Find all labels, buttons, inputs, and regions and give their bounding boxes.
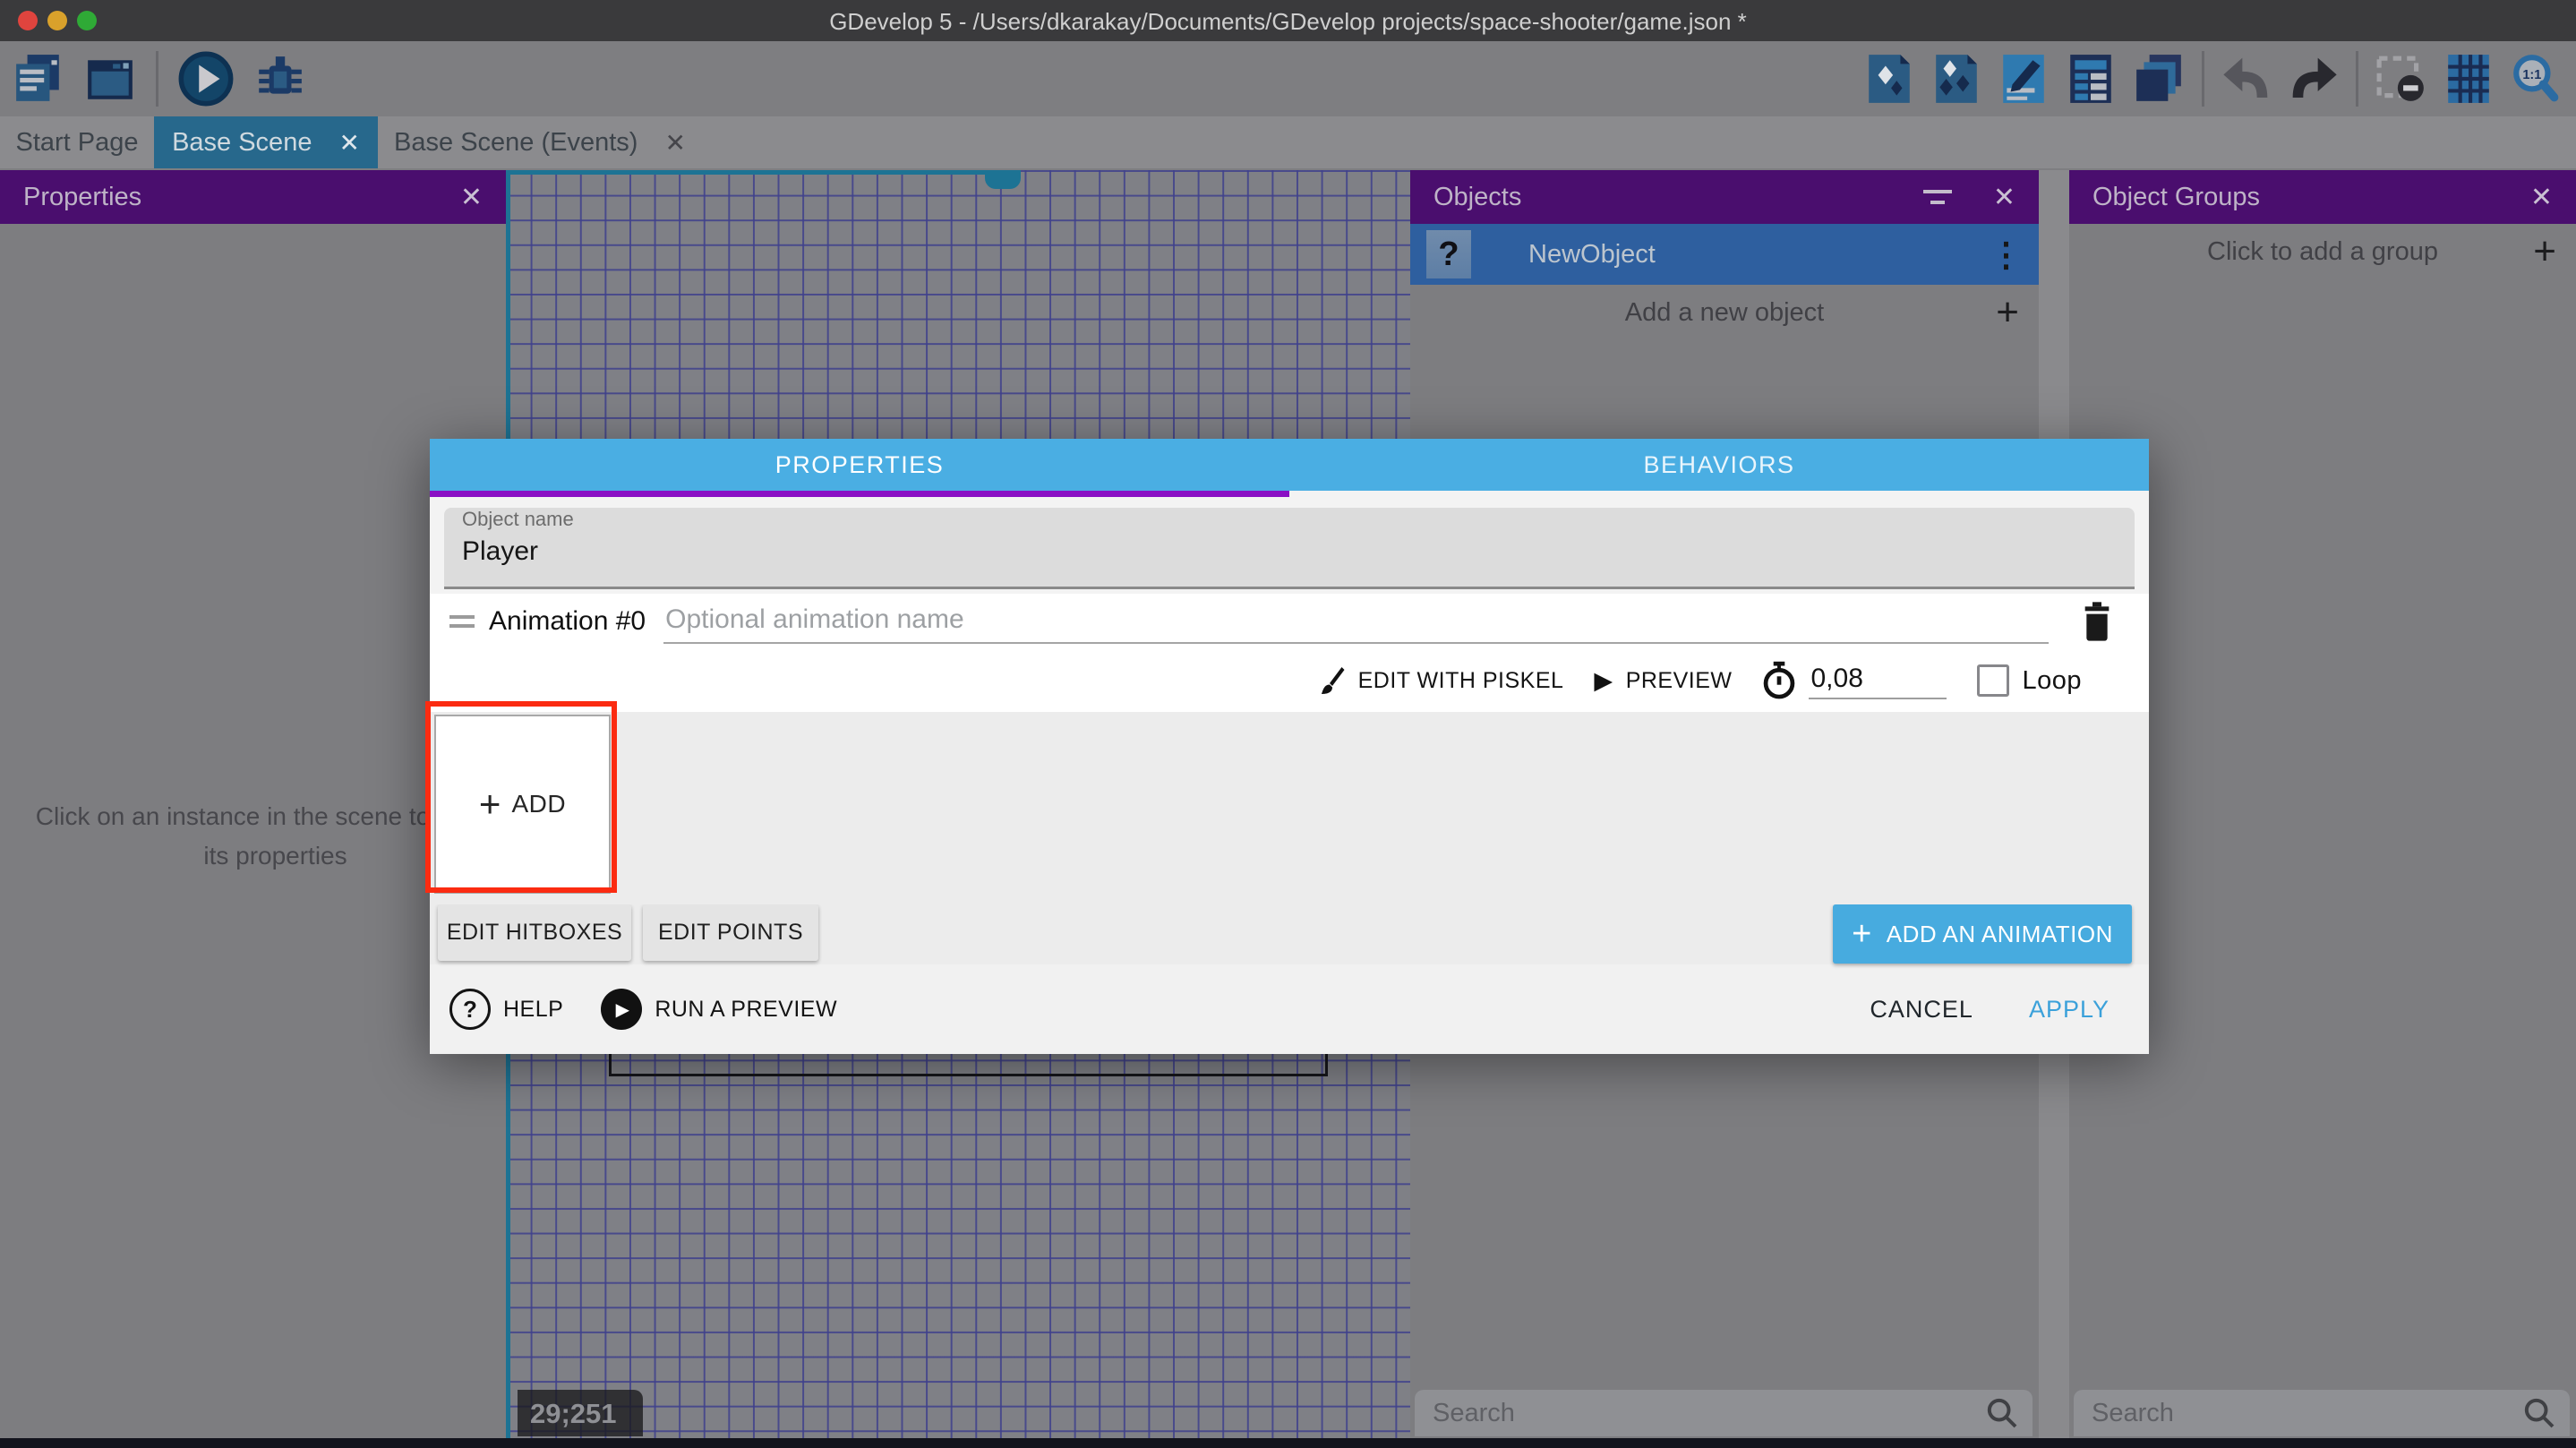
main-toolbar: 1:1 [0,41,2576,116]
gdevelop-window: GDevelop 5 - /Users/dkarakay/Documents/G… [0,0,2576,1448]
run-a-preview-button[interactable]: ▶ RUN A PREVIEW [601,989,837,1030]
undo-icon[interactable] [2221,56,2272,102]
objects-search-input[interactable] [1415,1399,1984,1428]
tab-base-scene[interactable]: Base Scene ✕ [154,116,378,168]
play-preview-icon[interactable] [178,51,234,107]
groups-search-input[interactable] [2074,1399,2521,1428]
edit-points-button[interactable]: EDIT POINTS [643,904,818,961]
annotation-highlight-box [425,701,617,893]
search-icon [2521,1395,2557,1431]
cancel-button[interactable]: CANCEL [1870,996,1973,1024]
animation-label: Animation #0 [489,606,646,637]
titlebar: GDevelop 5 - /Users/dkarakay/Documents/G… [0,0,2576,41]
debug-icon[interactable] [253,53,305,105]
instances-list-icon[interactable] [2066,53,2116,105]
edit-with-piskel-button[interactable]: EDIT WITH PISKEL [1319,664,1564,697]
play-icon: ▶ [1594,667,1613,695]
panel-title: Properties [23,183,141,212]
active-tab-indicator [430,491,1289,497]
delete-animation-trash-icon[interactable] [2079,600,2115,643]
panel-title: Objects [1433,183,1521,212]
dialog-body: Object name Player Animation #0 EDIT WIT… [430,497,2149,1050]
close-panel-icon[interactable]: ✕ [1993,182,2015,213]
close-panel-icon[interactable]: ✕ [2530,182,2553,213]
play-circle-icon: ▶ [601,989,642,1030]
editor-tabbar: Start Page Base Scene ✕ Base Scene (Even… [0,116,2576,168]
add-object-row[interactable]: Add a new object + [1410,285,2039,340]
object-menu-kebab-icon[interactable]: ⋮ [1990,236,2023,274]
object-name-field[interactable]: Object name Player [444,508,2135,589]
preview-animation-button[interactable]: ▶ PREVIEW [1594,667,1732,695]
object-editor-dialog: PROPERTIES BEHAVIORS Object name Player … [430,439,2149,1050]
edit-hitboxes-button[interactable]: EDIT HITBOXES [438,904,631,961]
tab-label: Base Scene (Events) [394,128,638,158]
plus-icon[interactable]: + [1996,290,2019,335]
add-group-row[interactable]: Click to add a group + [2069,224,2576,279]
help-button[interactable]: ? HELP [449,989,563,1030]
project-manager-icon[interactable] [13,53,64,105]
objects-search-box[interactable] [1415,1390,2033,1436]
object-name-value[interactable]: Player [462,536,2135,567]
cursor-coordinates-badge: 29;251 [518,1390,643,1436]
close-panel-icon[interactable]: ✕ [460,182,483,213]
tab-label: Base Scene [172,128,312,158]
loop-toggle[interactable]: Loop [1977,664,2082,697]
dialog-tabbar: PROPERTIES BEHAVIORS [430,439,2149,491]
toolbar-divider [2356,51,2358,107]
grid-icon[interactable] [2444,53,2493,105]
redo-icon[interactable] [2289,56,2339,102]
object-name: NewObject [1528,240,1990,270]
apply-button[interactable]: APPLY [2029,996,2110,1024]
dialog-tab-behaviors[interactable]: BEHAVIORS [1289,439,2149,491]
svg-text:1:1: 1:1 [2522,68,2541,82]
animation-frames-strip: + ADD [430,712,2149,904]
add-an-animation-button[interactable]: + ADD AN ANIMATION [1833,904,2132,964]
layers-icon[interactable] [2133,53,2185,105]
object-thumbnail-question-icon: ? [1426,230,1471,278]
canvas-selection-handle[interactable] [985,170,1021,189]
dialog-tab-properties[interactable]: PROPERTIES [430,439,1289,491]
time-between-frames-field[interactable] [1762,661,1947,700]
object-groups-panel-header: Object Groups ✕ [2069,170,2576,224]
search-icon [1984,1395,2020,1431]
scene-window-icon[interactable] [84,53,136,105]
filter-icon[interactable] [1923,190,1952,204]
plus-icon[interactable]: + [2533,229,2556,274]
objects-panel-header: Objects ✕ [1410,170,2039,224]
object-name-label: Object name [462,508,2135,531]
bottom-edge-strip [0,1438,2576,1448]
loop-checkbox[interactable] [1977,664,2009,697]
render-mask-icon[interactable] [2375,55,2427,103]
zoom-1-1-icon[interactable]: 1:1 [2510,53,2562,105]
groups-search-box[interactable] [2074,1390,2570,1436]
close-tab-icon[interactable]: ✕ [664,128,685,158]
help-icon: ? [449,989,491,1030]
object-list-item-selected[interactable]: ? NewObject ⋮ [1410,224,2039,285]
time-between-frames-input[interactable] [1809,663,1947,699]
tab-start-page[interactable]: Start Page [0,116,154,168]
toolbar-divider [2202,51,2204,107]
tab-label: Start Page [15,128,138,158]
objects-file-icon[interactable] [1931,53,1981,105]
properties-panel-header: Properties ✕ [0,170,506,224]
canvas-top-border [506,170,1021,175]
object-file-icon[interactable] [1864,53,1914,105]
drag-handle-icon[interactable] [449,615,475,628]
plus-icon: + [1852,925,1872,943]
tab-base-scene-events[interactable]: Base Scene (Events) ✕ [378,116,702,168]
toolbar-divider [156,51,158,107]
panel-title: Object Groups [2092,183,2260,212]
stopwatch-icon [1762,661,1796,700]
close-tab-icon[interactable]: ✕ [338,128,359,158]
animation-name-input[interactable] [663,604,2049,644]
brush-icon [1319,664,1346,697]
window-title: GDevelop 5 - /Users/dkarakay/Documents/G… [0,0,2576,41]
edit-properties-icon[interactable] [1998,53,2049,105]
